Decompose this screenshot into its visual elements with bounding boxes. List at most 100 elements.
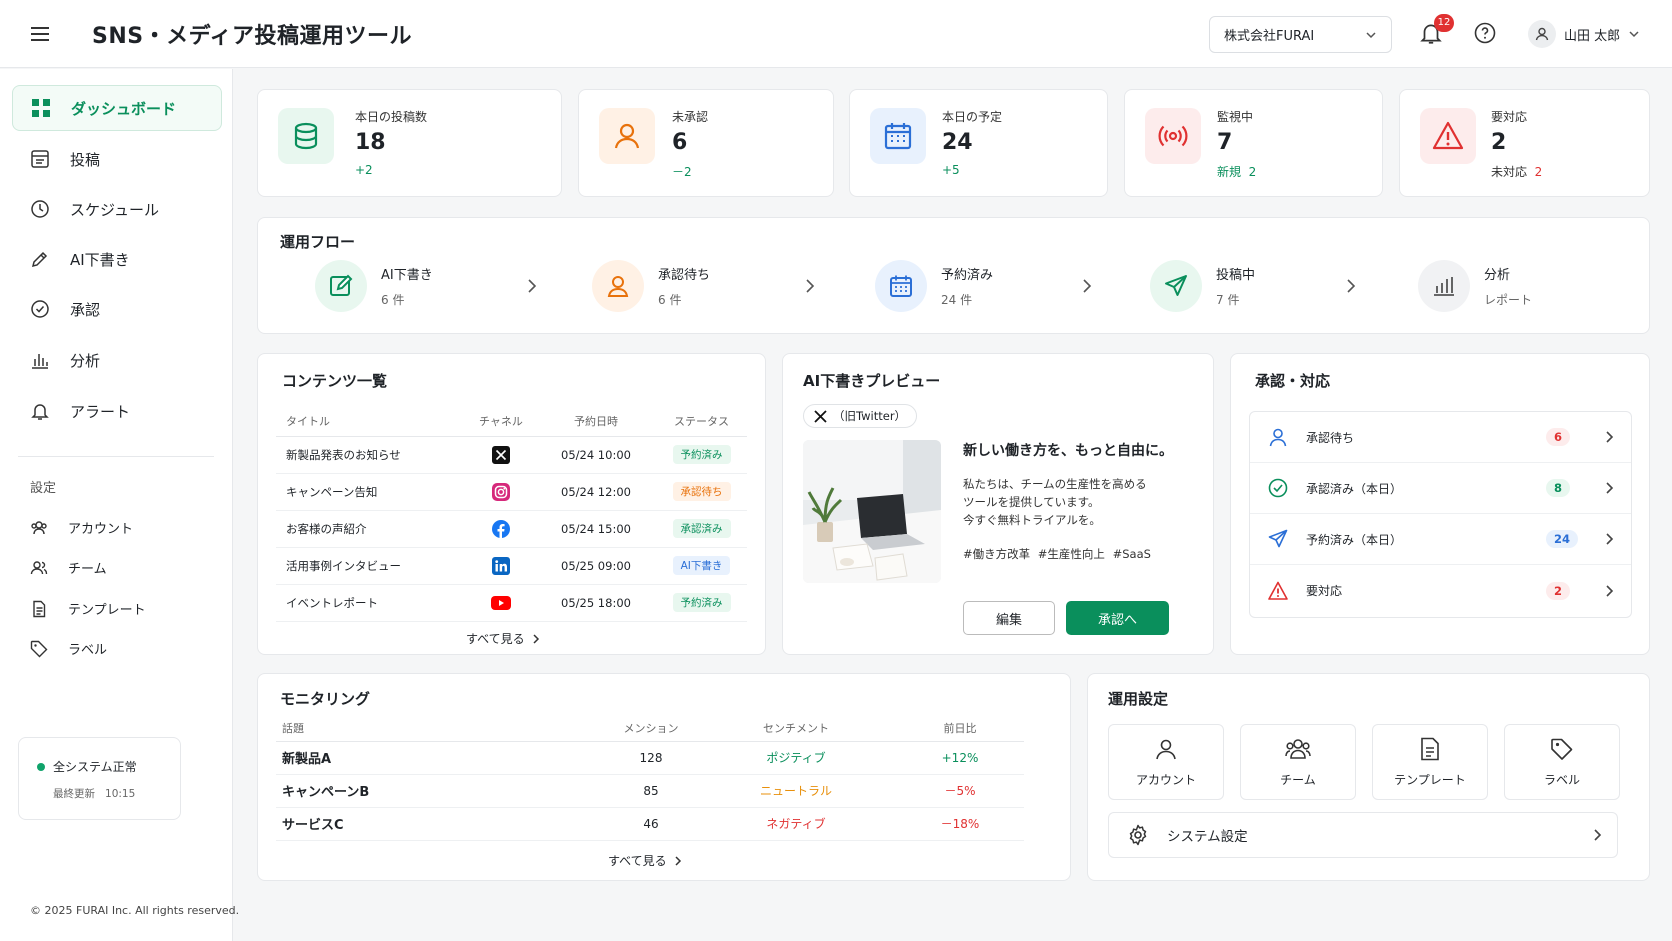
sentiment-label: ニュートラル bbox=[696, 774, 896, 808]
see-all-link[interactable]: すべて見る bbox=[466, 630, 541, 647]
table-row[interactable]: サービスC 46 ネガティブ －18% bbox=[276, 807, 1024, 841]
count-badge: 8 bbox=[1546, 479, 1571, 497]
content-title: 新製品発表のお知らせ bbox=[276, 436, 466, 474]
content-title: キャンペーン告知 bbox=[276, 473, 466, 511]
mention-count: 128 bbox=[606, 741, 696, 775]
count-badge: 24 bbox=[1546, 530, 1579, 548]
sidebar-item-team[interactable]: チーム bbox=[30, 558, 107, 577]
warning-icon bbox=[1420, 108, 1476, 164]
help-icon[interactable] bbox=[1473, 21, 1497, 45]
settings-tile-account[interactable]: アカウント bbox=[1108, 724, 1224, 800]
flow-step-scheduled[interactable]: 予約済み 24 件 bbox=[875, 260, 993, 312]
youtube-icon bbox=[466, 584, 536, 622]
section-title: AI下書きプレビュー bbox=[803, 372, 941, 390]
last-updated: 最終更新 10:15 bbox=[53, 788, 136, 800]
sidebar-item-analytics[interactable]: 分析 bbox=[12, 337, 222, 383]
content-table: タイトル チャネル 予約日時 ステータス 新製品発表のお知らせ 05/24 10… bbox=[276, 406, 747, 622]
flow-step-label: AI下書き bbox=[381, 268, 433, 283]
stat-card-posts-today: 本日の投稿数 18 +2 bbox=[257, 89, 562, 197]
hamburger-menu-icon[interactable] bbox=[28, 22, 52, 46]
calendar-icon bbox=[870, 108, 926, 164]
sidebar-item-ai-draft[interactable]: AI下書き bbox=[12, 236, 222, 282]
sidebar-item-posts[interactable]: 投稿 bbox=[12, 136, 222, 182]
flow-step-posting[interactable]: 投稿中 7 件 bbox=[1150, 260, 1255, 312]
sidebar-item-account[interactable]: アカウント bbox=[30, 518, 133, 537]
column-header: 予約日時 bbox=[536, 406, 656, 437]
company-select[interactable]: 株式会社FURAI bbox=[1209, 16, 1392, 53]
chevron-right-icon bbox=[1603, 532, 1615, 546]
chevron-right-icon bbox=[531, 633, 541, 645]
stat-label: 要対応 bbox=[1491, 110, 1528, 124]
flow-step-ai-draft[interactable]: AI下書き 6 件 bbox=[315, 260, 433, 312]
sidebar-item-schedule[interactable]: スケジュール bbox=[12, 186, 222, 232]
approval-row-scheduled-today[interactable]: 予約済み（本日） 24 bbox=[1250, 514, 1631, 565]
sidebar-item-label: ラベル bbox=[68, 643, 108, 658]
table-row[interactable]: キャンペーン告知 05/24 12:00 承認待ち bbox=[276, 473, 747, 511]
stat-label: 本日の予定 bbox=[942, 110, 1003, 124]
sidebar-item-approval[interactable]: 承認 bbox=[12, 286, 222, 332]
user-icon bbox=[592, 260, 644, 312]
user-menu[interactable]: 山田 太郎 bbox=[1528, 20, 1640, 48]
chevron-right-icon bbox=[802, 277, 818, 295]
sidebar-item-label-settings[interactable]: ラベル bbox=[30, 639, 107, 658]
table-row[interactable]: お客様の声紹介 05/24 15:00 承認済み bbox=[276, 510, 747, 548]
stat-delta: －2 bbox=[672, 165, 692, 179]
channel-chip: （旧Twitter） bbox=[803, 404, 918, 428]
system-settings-row[interactable]: システム設定 bbox=[1108, 812, 1618, 858]
stat-card-monitoring: 監視中 7 新規 2 bbox=[1124, 89, 1383, 197]
see-all-label: すべて見る bbox=[466, 632, 525, 646]
settings-tile-team[interactable]: チーム bbox=[1240, 724, 1356, 800]
table-row[interactable]: イベントレポート 05/25 18:00 予約済み bbox=[276, 584, 747, 622]
flow-step-label: 投稿中 bbox=[1216, 268, 1256, 283]
sidebar-item-dashboard[interactable]: ダッシュボード bbox=[12, 85, 222, 131]
settings-tile-template[interactable]: テンプレート bbox=[1372, 724, 1488, 800]
table-header: 話題 メンション センチメント 前日比 bbox=[276, 715, 1024, 742]
sidebar-item-label: アカウント bbox=[68, 522, 134, 537]
change-rate: －5% bbox=[896, 774, 1024, 808]
scheduled-date: 05/24 10:00 bbox=[536, 436, 656, 474]
flow-step-analytics[interactable]: 分析 レポート bbox=[1418, 260, 1532, 312]
approval-row-needs-action[interactable]: 要対応 2 bbox=[1250, 565, 1631, 616]
approval-row-approved-today[interactable]: 承認済み（本日） 8 bbox=[1250, 463, 1631, 514]
stat-value: 7 bbox=[1217, 130, 1233, 155]
chevron-right-icon bbox=[1079, 277, 1095, 295]
settings-section-title: 設定 bbox=[30, 481, 57, 496]
sentiment-label: ポジティブ bbox=[696, 741, 896, 775]
section-title: 承認・対応 bbox=[1255, 372, 1331, 390]
chevron-right-icon bbox=[1603, 430, 1615, 444]
approve-button[interactable]: 承認へ bbox=[1066, 601, 1169, 635]
chevron-down-icon bbox=[1628, 28, 1640, 40]
sentiment-label: ネガティブ bbox=[696, 807, 896, 841]
edit-button[interactable]: 編集 bbox=[963, 601, 1055, 635]
system-settings-label: システム設定 bbox=[1167, 829, 1248, 845]
tile-label: ラベル bbox=[1543, 772, 1580, 787]
bell-icon bbox=[30, 401, 50, 421]
monitoring-panel: モニタリング 話題 メンション センチメント 前日比 新製品A 128 ポジティ… bbox=[257, 673, 1071, 881]
sidebar-item-template[interactable]: テンプレート bbox=[30, 599, 146, 618]
approval-row-pending[interactable]: 承認待ち 6 bbox=[1250, 412, 1631, 463]
send-icon bbox=[1268, 529, 1288, 549]
see-all-link[interactable]: すべて見る bbox=[608, 852, 683, 869]
mention-count: 46 bbox=[606, 807, 696, 841]
chevron-down-icon bbox=[1365, 29, 1377, 41]
table-row[interactable]: 新製品発表のお知らせ 05/24 10:00 予約済み bbox=[276, 436, 747, 474]
sidebar-item-alerts[interactable]: アラート bbox=[12, 388, 222, 434]
column-header: 前日比 bbox=[896, 715, 1024, 742]
table-row[interactable]: 活用事例インタビュー 05/25 09:00 AI下書き bbox=[276, 547, 747, 585]
flow-step-count: レポート bbox=[1484, 293, 1533, 307]
sidebar-item-label: 承認 bbox=[70, 300, 101, 319]
bar-chart-icon bbox=[1418, 260, 1470, 312]
table-row[interactable]: キャンペーンB 85 ニュートラル －5% bbox=[276, 774, 1024, 808]
stat-value: 24 bbox=[942, 130, 973, 155]
x-logo-icon bbox=[814, 409, 827, 423]
monitoring-table: 話題 メンション センチメント 前日比 新製品A 128 ポジティブ +12% … bbox=[276, 715, 1024, 841]
database-icon bbox=[278, 108, 334, 164]
sidebar-item-label: チーム bbox=[68, 562, 107, 577]
flow-step-pending[interactable]: 承認待ち 6 件 bbox=[592, 260, 710, 312]
instagram-icon bbox=[466, 473, 536, 511]
section-title: コンテンツ一覧 bbox=[282, 372, 388, 390]
settings-tile-label[interactable]: ラベル bbox=[1504, 724, 1620, 800]
table-row[interactable]: 新製品A 128 ポジティブ +12% bbox=[276, 741, 1024, 775]
app-header: SNS・メディア投稿運用ツール 株式会社FURAI 12 山田 太郎 bbox=[0, 0, 1672, 68]
column-header: タイトル bbox=[276, 406, 466, 437]
